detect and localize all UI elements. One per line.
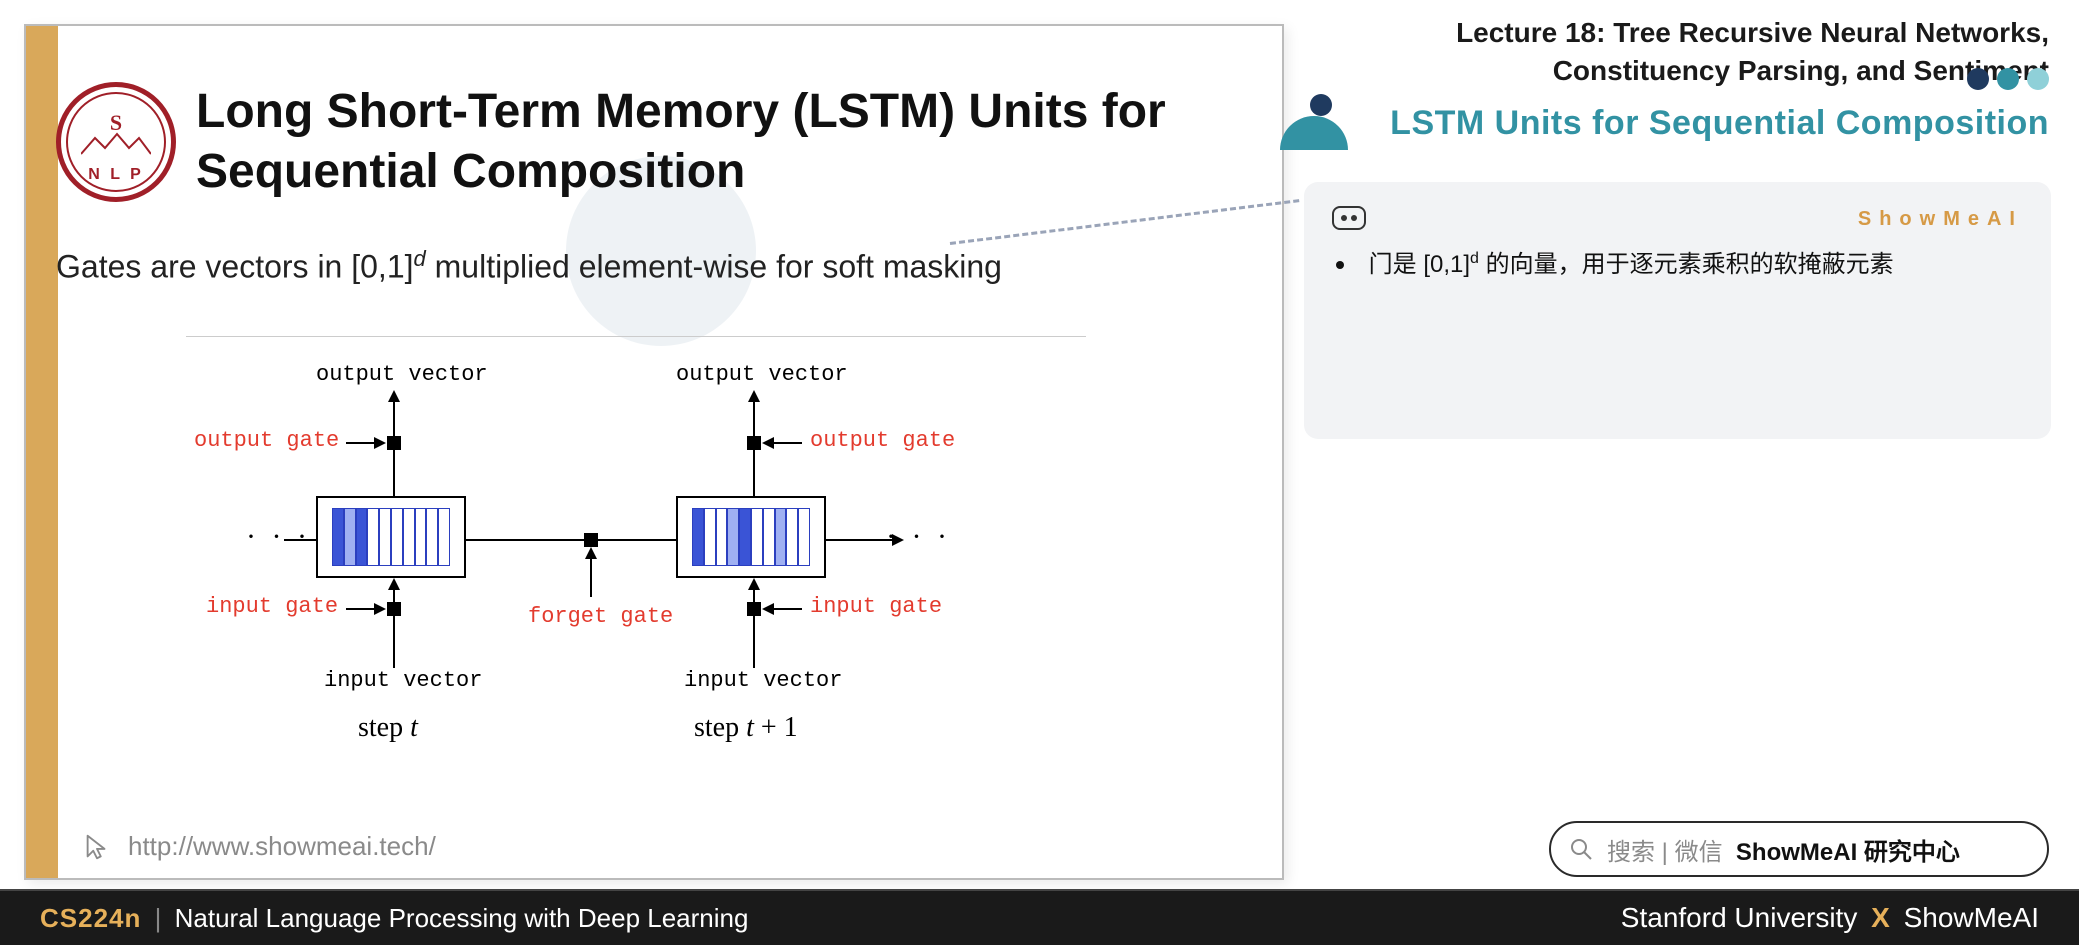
footer-x: X [1871, 902, 1890, 933]
forget-gate-arrow [584, 547, 598, 597]
subtitle-pre: Gates are vectors in [0,1] [56, 249, 414, 285]
label-output-gate-b: output gate [810, 428, 955, 453]
search-icon [1569, 837, 1593, 861]
slide-title: Long Short-Term Memory (LSTM) Units for … [196, 82, 1262, 202]
lecture-heading: Lecture 18: Tree Recursive Neural Networ… [1300, 0, 2079, 96]
subtitle-sup: d [414, 246, 426, 271]
stanford-nlp-logo: S N L P [56, 82, 176, 202]
slide-panel: S N L P Long Short-Term Memory (LSTM) Un… [24, 24, 1284, 880]
footer-course: CS224n [40, 903, 141, 933]
label-input-vector-b: input vector [684, 668, 842, 693]
lecture-line1: Lecture 18: Tree Recursive Neural Networ… [1300, 14, 2049, 52]
output-gate-arrow-a [346, 436, 386, 450]
label-output-gate-a: output gate [194, 428, 339, 453]
slide-url: http://www.showmeai.tech/ [82, 831, 436, 862]
in-arrow-b [744, 578, 764, 668]
note-post: 的向量，用于逐元素乘积的软掩蔽元素 [1479, 251, 1894, 278]
lstm-diagram: · · · · · · [186, 336, 1086, 756]
slide-subtitle: Gates are vectors in [0,1]d multiplied e… [56, 246, 1262, 286]
search-pill[interactable]: 搜索 | 微信 ShowMeAI 研究中心 [1549, 821, 2049, 877]
input-gate-node-a [387, 602, 401, 616]
section-row: LSTM Units for Sequential Composition [1300, 96, 2079, 156]
mountain-icon [81, 132, 151, 156]
lecture-line2: Constituency Parsing, and Sentiment [1300, 52, 2049, 90]
logo-nlp-text: N L P [56, 166, 176, 184]
search-hint: 搜索 | 微信 [1607, 839, 1723, 866]
input-gate-arrow-b [762, 602, 802, 616]
label-forget-gate: forget gate [528, 604, 673, 629]
output-gate-node-b [747, 436, 761, 450]
right-panel: Lecture 18: Tree Recursive Neural Networ… [1300, 0, 2079, 901]
label-step-t: step t [358, 712, 418, 744]
slide-url-text: http://www.showmeai.tech/ [128, 831, 436, 862]
label-step-t1: step t + 1 [694, 712, 798, 744]
footer-bar: CS224n | Natural Language Processing wit… [0, 889, 2079, 945]
note-sup: d [1470, 250, 1479, 267]
slide-accent-bar [26, 26, 58, 878]
bullet-icon [1336, 261, 1344, 269]
label-input-gate-b: input gate [810, 594, 942, 619]
forget-gate-node [584, 533, 598, 547]
label-output-vector-a: output vector [316, 362, 488, 387]
input-gate-arrow-a [346, 602, 386, 616]
note-pre: 门是 [0,1] [1369, 251, 1470, 278]
footer-partner: ShowMeAI [1904, 902, 2039, 933]
subtitle-post: multiplied element-wise for soft masking [426, 249, 1002, 285]
footer-org: Stanford University [1621, 902, 1858, 933]
footer-left: CS224n | Natural Language Processing wit… [40, 903, 748, 934]
note-bullet: 门是 [0,1]d 的向量，用于逐元素乘积的软掩蔽元素 [1332, 244, 2023, 279]
section-title: LSTM Units for Sequential Composition [1390, 104, 2049, 142]
search-text: 搜索 | 微信 ShowMeAI 研究中心 [1607, 832, 1960, 867]
lstm-cell-t1 [676, 496, 826, 578]
in-arrow-a [384, 578, 404, 668]
output-gate-arrow-b [762, 436, 802, 450]
input-gate-node-b [747, 602, 761, 616]
search-bold: ShowMeAI 研究中心 [1736, 839, 1960, 866]
footer-title: Natural Language Processing with Deep Le… [175, 903, 749, 933]
lstm-cell-t [316, 496, 466, 578]
dot-trio-icon [1967, 68, 2049, 90]
cursor-icon [82, 832, 112, 862]
note-brand: ShowMeAI [1858, 208, 2023, 231]
label-input-vector-a: input vector [324, 668, 482, 693]
robot-icon [1332, 206, 1366, 230]
label-input-gate-a: input gate [206, 594, 338, 619]
footer-right: Stanford University X ShowMeAI [1621, 902, 2039, 934]
label-output-vector-b: output vector [676, 362, 848, 387]
output-gate-node-a [387, 436, 401, 450]
note-card: ShowMeAI 门是 [0,1]d 的向量，用于逐元素乘积的软掩蔽元素 [1304, 182, 2051, 439]
page: S N L P Long Short-Term Memory (LSTM) Un… [0, 0, 2079, 945]
section-bump-icon [1274, 90, 1358, 150]
